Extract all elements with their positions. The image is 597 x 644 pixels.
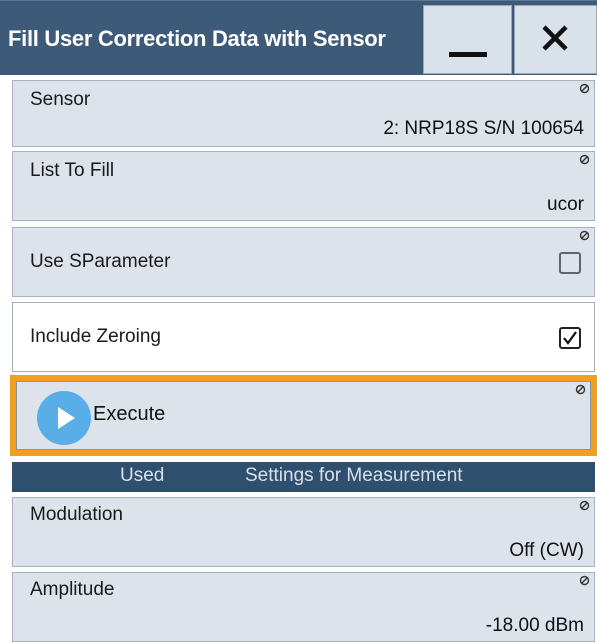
execute-focus-frame: Execute bbox=[10, 375, 597, 456]
remote-control-icon bbox=[579, 230, 590, 241]
fill-user-correction-dialog: Fill User Correction Data with Sensor Se… bbox=[0, 0, 597, 644]
sensor-label: Sensor bbox=[30, 89, 91, 110]
use-sparameter-checkbox[interactable] bbox=[559, 252, 581, 274]
checkmark-icon bbox=[563, 331, 577, 345]
minimize-icon bbox=[449, 52, 487, 57]
amplitude-label: Amplitude bbox=[30, 579, 115, 600]
use-sparameter-field: Use SParameter bbox=[12, 227, 595, 297]
close-button[interactable] bbox=[514, 5, 597, 74]
include-zeroing-field: Include Zeroing bbox=[12, 302, 595, 372]
list-to-fill-label: List To Fill bbox=[30, 160, 115, 181]
used-settings-header: Used Settings for Measurement bbox=[12, 462, 595, 492]
include-zeroing-label: Include Zeroing bbox=[30, 326, 161, 347]
remote-control-icon bbox=[579, 154, 590, 165]
amplitude-field: Amplitude -18.00 dBm bbox=[12, 572, 595, 642]
dialog-title: Fill User Correction Data with Sensor bbox=[8, 26, 386, 51]
play-icon bbox=[37, 391, 91, 445]
modulation-field: Modulation Off (CW) bbox=[12, 497, 595, 567]
modulation-label: Modulation bbox=[30, 504, 123, 525]
list-to-fill-value: ucor bbox=[547, 194, 584, 215]
section-settings-label: Settings for Measurement bbox=[245, 465, 463, 486]
include-zeroing-checkbox[interactable] bbox=[559, 327, 581, 349]
remote-control-icon bbox=[579, 83, 590, 94]
sensor-value: 2: NRP18S S/N 100654 bbox=[383, 118, 584, 139]
list-to-fill-field[interactable]: List To Fill ucor bbox=[12, 151, 595, 221]
execute-button[interactable]: Execute bbox=[16, 381, 591, 450]
sensor-field[interactable]: Sensor 2: NRP18S S/N 100654 bbox=[12, 80, 595, 147]
execute-label: Execute bbox=[93, 403, 166, 425]
remote-control-icon bbox=[579, 500, 590, 511]
remote-control-icon bbox=[575, 384, 586, 395]
amplitude-value: -18.00 dBm bbox=[485, 615, 584, 636]
minimize-button[interactable] bbox=[423, 5, 512, 74]
section-used-label: Used bbox=[120, 465, 165, 486]
remote-control-icon bbox=[579, 575, 590, 586]
use-sparameter-label: Use SParameter bbox=[30, 251, 171, 272]
title-bar: Fill User Correction Data with Sensor bbox=[0, 0, 597, 75]
play-triangle-icon bbox=[58, 407, 75, 429]
modulation-value: Off (CW) bbox=[509, 540, 584, 561]
close-icon bbox=[542, 25, 568, 51]
